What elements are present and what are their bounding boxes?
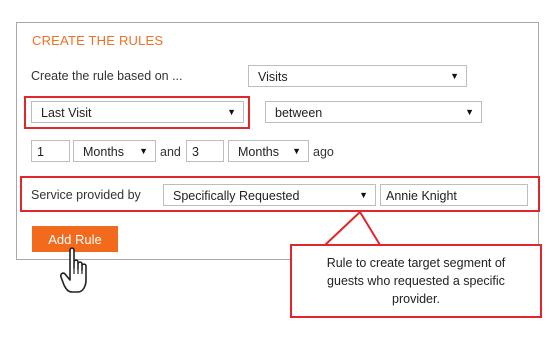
callout-line-3: provider. <box>392 292 440 306</box>
callout-pointer-joint <box>327 246 378 249</box>
callout-line-2: guests who requested a specific <box>327 274 505 288</box>
callout-box: Rule to create target segment of guests … <box>290 244 542 318</box>
callout-line-1: Rule to create target segment of <box>326 256 506 270</box>
